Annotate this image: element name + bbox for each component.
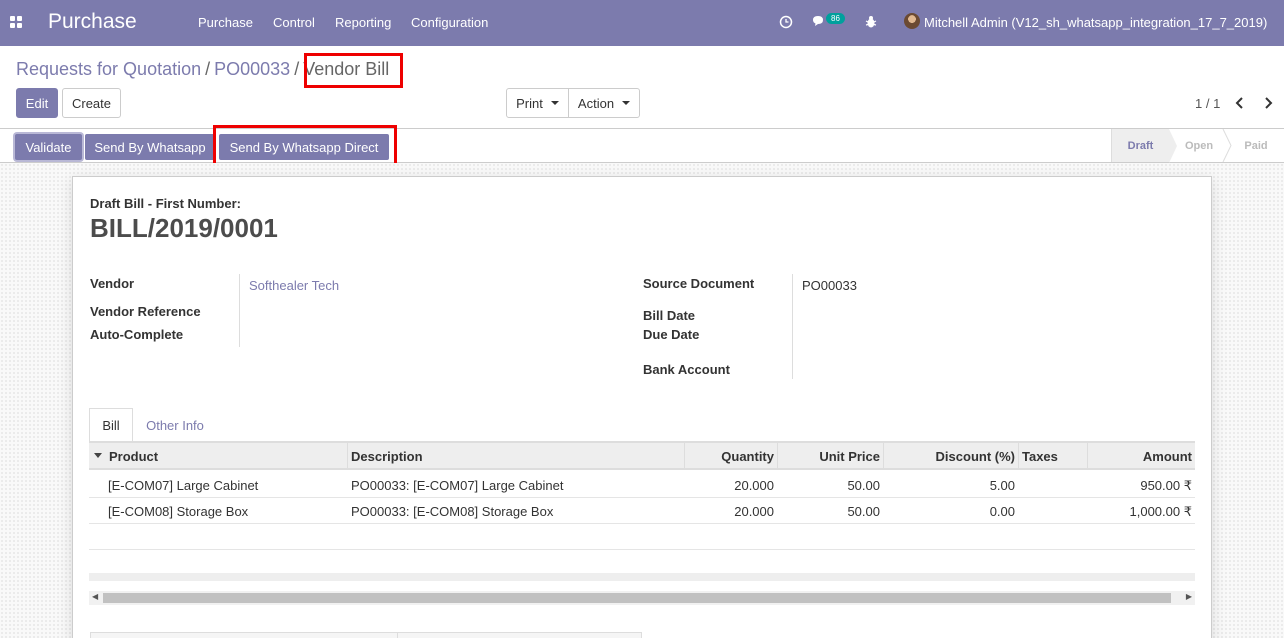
field-divider xyxy=(792,274,793,379)
stage-draft[interactable]: Draft xyxy=(1111,129,1169,162)
apps-icon[interactable] xyxy=(10,16,22,28)
cell-unit-price: 50.00 xyxy=(847,478,880,493)
breadcrumb-separator: / xyxy=(205,59,211,79)
auto-complete-label: Auto-Complete xyxy=(90,327,184,342)
chevron-down-icon xyxy=(622,101,631,105)
edit-button[interactable]: Edit xyxy=(16,88,58,118)
send-by-whatsapp-button[interactable]: Send By Whatsapp xyxy=(85,134,215,160)
column-divider xyxy=(883,443,884,470)
cell-discount: 0.00 xyxy=(989,504,1015,519)
avatar[interactable] xyxy=(904,13,920,29)
highlight-box-whatsapp-direct xyxy=(213,125,397,167)
form-sheet: Draft Bill - First Number: BILL/2019/000… xyxy=(72,176,1212,638)
column-divider xyxy=(777,443,778,470)
column-divider xyxy=(684,443,685,470)
column-header-discount[interactable]: Discount (%) xyxy=(936,449,1015,464)
menu-control[interactable]: Control xyxy=(273,15,315,30)
empty-table-row[interactable] xyxy=(89,524,1195,550)
create-button[interactable]: Create xyxy=(62,88,121,118)
highlight-box-breadcrumb xyxy=(304,53,403,88)
cell-amount: 1,000.00 ₹ xyxy=(1129,504,1193,519)
top-navbar: Purchase Purchase Control Reporting Conf… xyxy=(0,0,1284,46)
menu-reporting[interactable]: Reporting xyxy=(335,15,391,30)
clock-icon[interactable] xyxy=(779,15,793,29)
action-label: Action xyxy=(577,95,615,111)
column-divider xyxy=(397,633,398,638)
chevron-left-icon[interactable] xyxy=(1235,97,1245,109)
pager-value[interactable]: 1 / 1 xyxy=(1195,96,1220,111)
print-dropdown[interactable]: Print xyxy=(506,88,569,118)
column-header-unit-price[interactable]: Unit Price xyxy=(819,449,880,464)
tab-other-info[interactable]: Other Info xyxy=(135,408,215,442)
cell-quantity: 20.000 xyxy=(734,504,774,519)
vendor-label: Vendor xyxy=(90,276,135,291)
column-header-taxes[interactable]: Taxes xyxy=(1022,449,1058,464)
column-divider xyxy=(1087,443,1088,470)
horizontal-scrollbar[interactable]: ◀ ▶ xyxy=(89,591,1195,605)
column-header-description[interactable]: Description xyxy=(351,449,423,464)
user-menu[interactable]: Mitchell Admin (V12_sh_whatsapp_integrat… xyxy=(924,15,1267,30)
action-dropdown[interactable]: Action xyxy=(568,88,640,118)
bank-account-label: Bank Account xyxy=(643,362,730,377)
table-footer xyxy=(89,573,1195,581)
cell-unit-price: 50.00 xyxy=(847,504,880,519)
chevron-right-icon[interactable] xyxy=(1263,97,1273,109)
cell-amount: 950.00 ₹ xyxy=(1140,478,1192,493)
draft-bill-label: Draft Bill - First Number: xyxy=(90,196,241,211)
message-count-badge: 86 xyxy=(826,13,845,24)
app-brand[interactable]: Purchase xyxy=(48,10,137,34)
caret-down-icon[interactable] xyxy=(94,453,102,458)
column-header-product[interactable]: Product xyxy=(109,449,158,464)
table-row[interactable]: [E-COM07] Large Cabinet PO00033: [E-COM0… xyxy=(89,472,1195,498)
scroll-right-icon[interactable]: ▶ xyxy=(1186,592,1192,601)
source-document-label: Source Document xyxy=(643,276,755,291)
column-divider xyxy=(347,443,348,470)
column-header-amount[interactable]: Amount xyxy=(1143,449,1192,464)
breadcrumb-po[interactable]: PO00033 xyxy=(214,59,290,79)
stage-chevron xyxy=(1222,129,1232,162)
cell-product: [E-COM07] Large Cabinet xyxy=(108,478,259,493)
bill-number: BILL/2019/0001 xyxy=(90,213,278,243)
table-header: Product Description Quantity Unit Price … xyxy=(89,442,1195,470)
cell-product: [E-COM08] Storage Box xyxy=(108,504,249,519)
source-document-value: PO00033 xyxy=(802,278,857,293)
column-header-quantity[interactable]: Quantity xyxy=(721,449,774,464)
bill-date-label: Bill Date xyxy=(643,308,696,323)
cell-description: PO00033: [E-COM08] Storage Box xyxy=(351,504,554,519)
menu-configuration[interactable]: Configuration xyxy=(411,15,488,30)
bug-icon[interactable] xyxy=(865,15,877,29)
status-bar: Validate Send By Whatsapp Send By Whatsa… xyxy=(0,128,1284,163)
table-row[interactable]: [E-COM08] Storage Box PO00033: [E-COM08]… xyxy=(89,498,1195,524)
breadcrumb-rfq[interactable]: Requests for Quotation xyxy=(16,59,201,79)
print-label: Print xyxy=(516,95,543,111)
stage-paid[interactable]: Paid xyxy=(1232,129,1280,162)
scroll-left-icon[interactable]: ◀ xyxy=(92,592,98,601)
breadcrumb-separator: / xyxy=(294,59,300,79)
cell-description: PO00033: [E-COM07] Large Cabinet xyxy=(351,478,564,493)
validate-button[interactable]: Validate xyxy=(15,134,82,160)
menu-purchase[interactable]: Purchase xyxy=(198,15,253,30)
column-divider xyxy=(1018,443,1019,470)
tab-bill[interactable]: Bill xyxy=(89,408,133,442)
stage-open[interactable]: Open xyxy=(1174,129,1224,162)
cell-quantity: 20.000 xyxy=(734,478,774,493)
chevron-down-icon xyxy=(550,101,559,105)
field-divider xyxy=(239,274,240,347)
scroll-thumb[interactable] xyxy=(103,593,1171,603)
cell-discount: 5.00 xyxy=(989,478,1015,493)
due-date-label: Due Date xyxy=(643,327,700,342)
tax-lines-table xyxy=(90,632,642,638)
vendor-value[interactable]: Softhealer Tech xyxy=(249,278,339,293)
vendor-reference-label: Vendor Reference xyxy=(90,304,201,319)
